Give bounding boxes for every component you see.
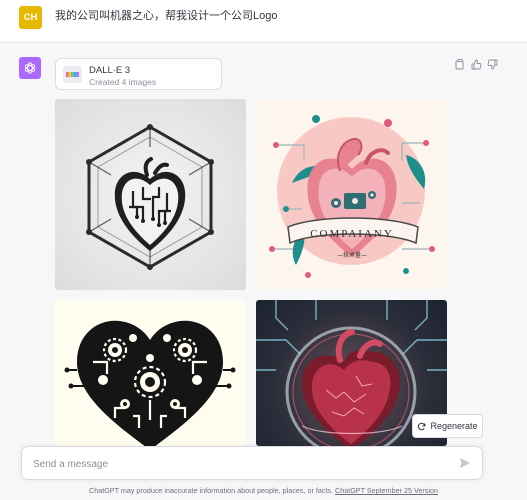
dalle-tool-chip[interactable]: DALL·E 3 Created 4 images: [55, 58, 222, 90]
message-composer: [21, 446, 483, 480]
copy-icon[interactable]: [454, 58, 466, 70]
regenerate-label: Regenerate: [430, 421, 478, 431]
user-message-text: 我的公司叫机器之心，帮我设计一个公司Logo: [55, 10, 278, 22]
message-input[interactable]: [31, 455, 435, 473]
openai-logo-icon: [24, 62, 36, 74]
geometric-circuit-heart-image[interactable]: [55, 99, 246, 290]
emblem-sub-text: —技术量—: [337, 251, 367, 259]
assistant-avatar: [19, 57, 41, 79]
footer-disclaimer: ChatGPT may produce inaccurate informati…: [0, 486, 527, 495]
tool-name: DALL·E 3: [89, 65, 131, 76]
user-message-row: CH 我的公司叫机器之心，帮我设计一个公司Logo: [0, 0, 527, 43]
thumbs-down-icon[interactable]: [486, 58, 498, 70]
message-actions: [454, 58, 498, 70]
company-heart-emblem-image[interactable]: COMPAIANY —技术量—: [256, 99, 447, 290]
version-link[interactable]: ChatGPT September 25 Version: [335, 486, 438, 495]
send-icon: [460, 458, 470, 468]
user-avatar: CH: [19, 6, 42, 29]
regenerate-button[interactable]: Regenerate: [412, 414, 483, 438]
thumbs-up-icon[interactable]: [470, 58, 482, 70]
refresh-icon: [418, 422, 426, 430]
send-button[interactable]: [459, 456, 473, 470]
emblem-banner-text: COMPAIANY: [310, 228, 394, 240]
disclaimer-text: ChatGPT may produce inaccurate informati…: [89, 486, 336, 495]
dalle-thumbnail-icon: [63, 66, 82, 83]
gear-heart-image[interactable]: [55, 300, 246, 446]
tool-status: Created 4 images: [89, 77, 157, 87]
